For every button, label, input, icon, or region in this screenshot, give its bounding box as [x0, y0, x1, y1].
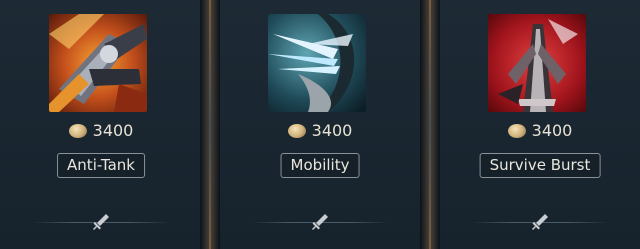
item-card-mobility[interactable]: 3400 Mobility [215, 0, 425, 249]
item-cost: 3400 [0, 121, 206, 140]
item-cost-value: 3400 [311, 121, 353, 140]
item-cost-value: 3400 [92, 121, 134, 140]
anti-tank-item-icon[interactable] [49, 14, 147, 112]
gold-coin-icon [287, 123, 306, 138]
mobility-item-icon[interactable] [268, 14, 366, 112]
sword-slot-icon[interactable] [305, 207, 335, 237]
sword-slot-icon[interactable] [86, 207, 116, 237]
survive-burst-item-icon[interactable] [488, 14, 586, 112]
item-cost: 3400 [215, 121, 425, 140]
item-tag: Mobility [280, 153, 360, 178]
item-tag: Survive Burst [479, 153, 601, 178]
sword-slot-icon[interactable] [525, 207, 555, 237]
item-card-anti-tank[interactable]: 3400 Anti-Tank [0, 0, 206, 249]
item-cost: 3400 [435, 121, 640, 140]
gold-coin-icon [68, 123, 87, 138]
gold-coin-icon [507, 123, 526, 138]
item-tag: Anti-Tank [57, 153, 145, 178]
item-comparison-row: 3400 Anti-Tank 3400 Mobility 3400 Surviv… [0, 0, 640, 249]
item-card-survive-burst[interactable]: 3400 Survive Burst [435, 0, 640, 249]
item-cost-value: 3400 [531, 121, 573, 140]
